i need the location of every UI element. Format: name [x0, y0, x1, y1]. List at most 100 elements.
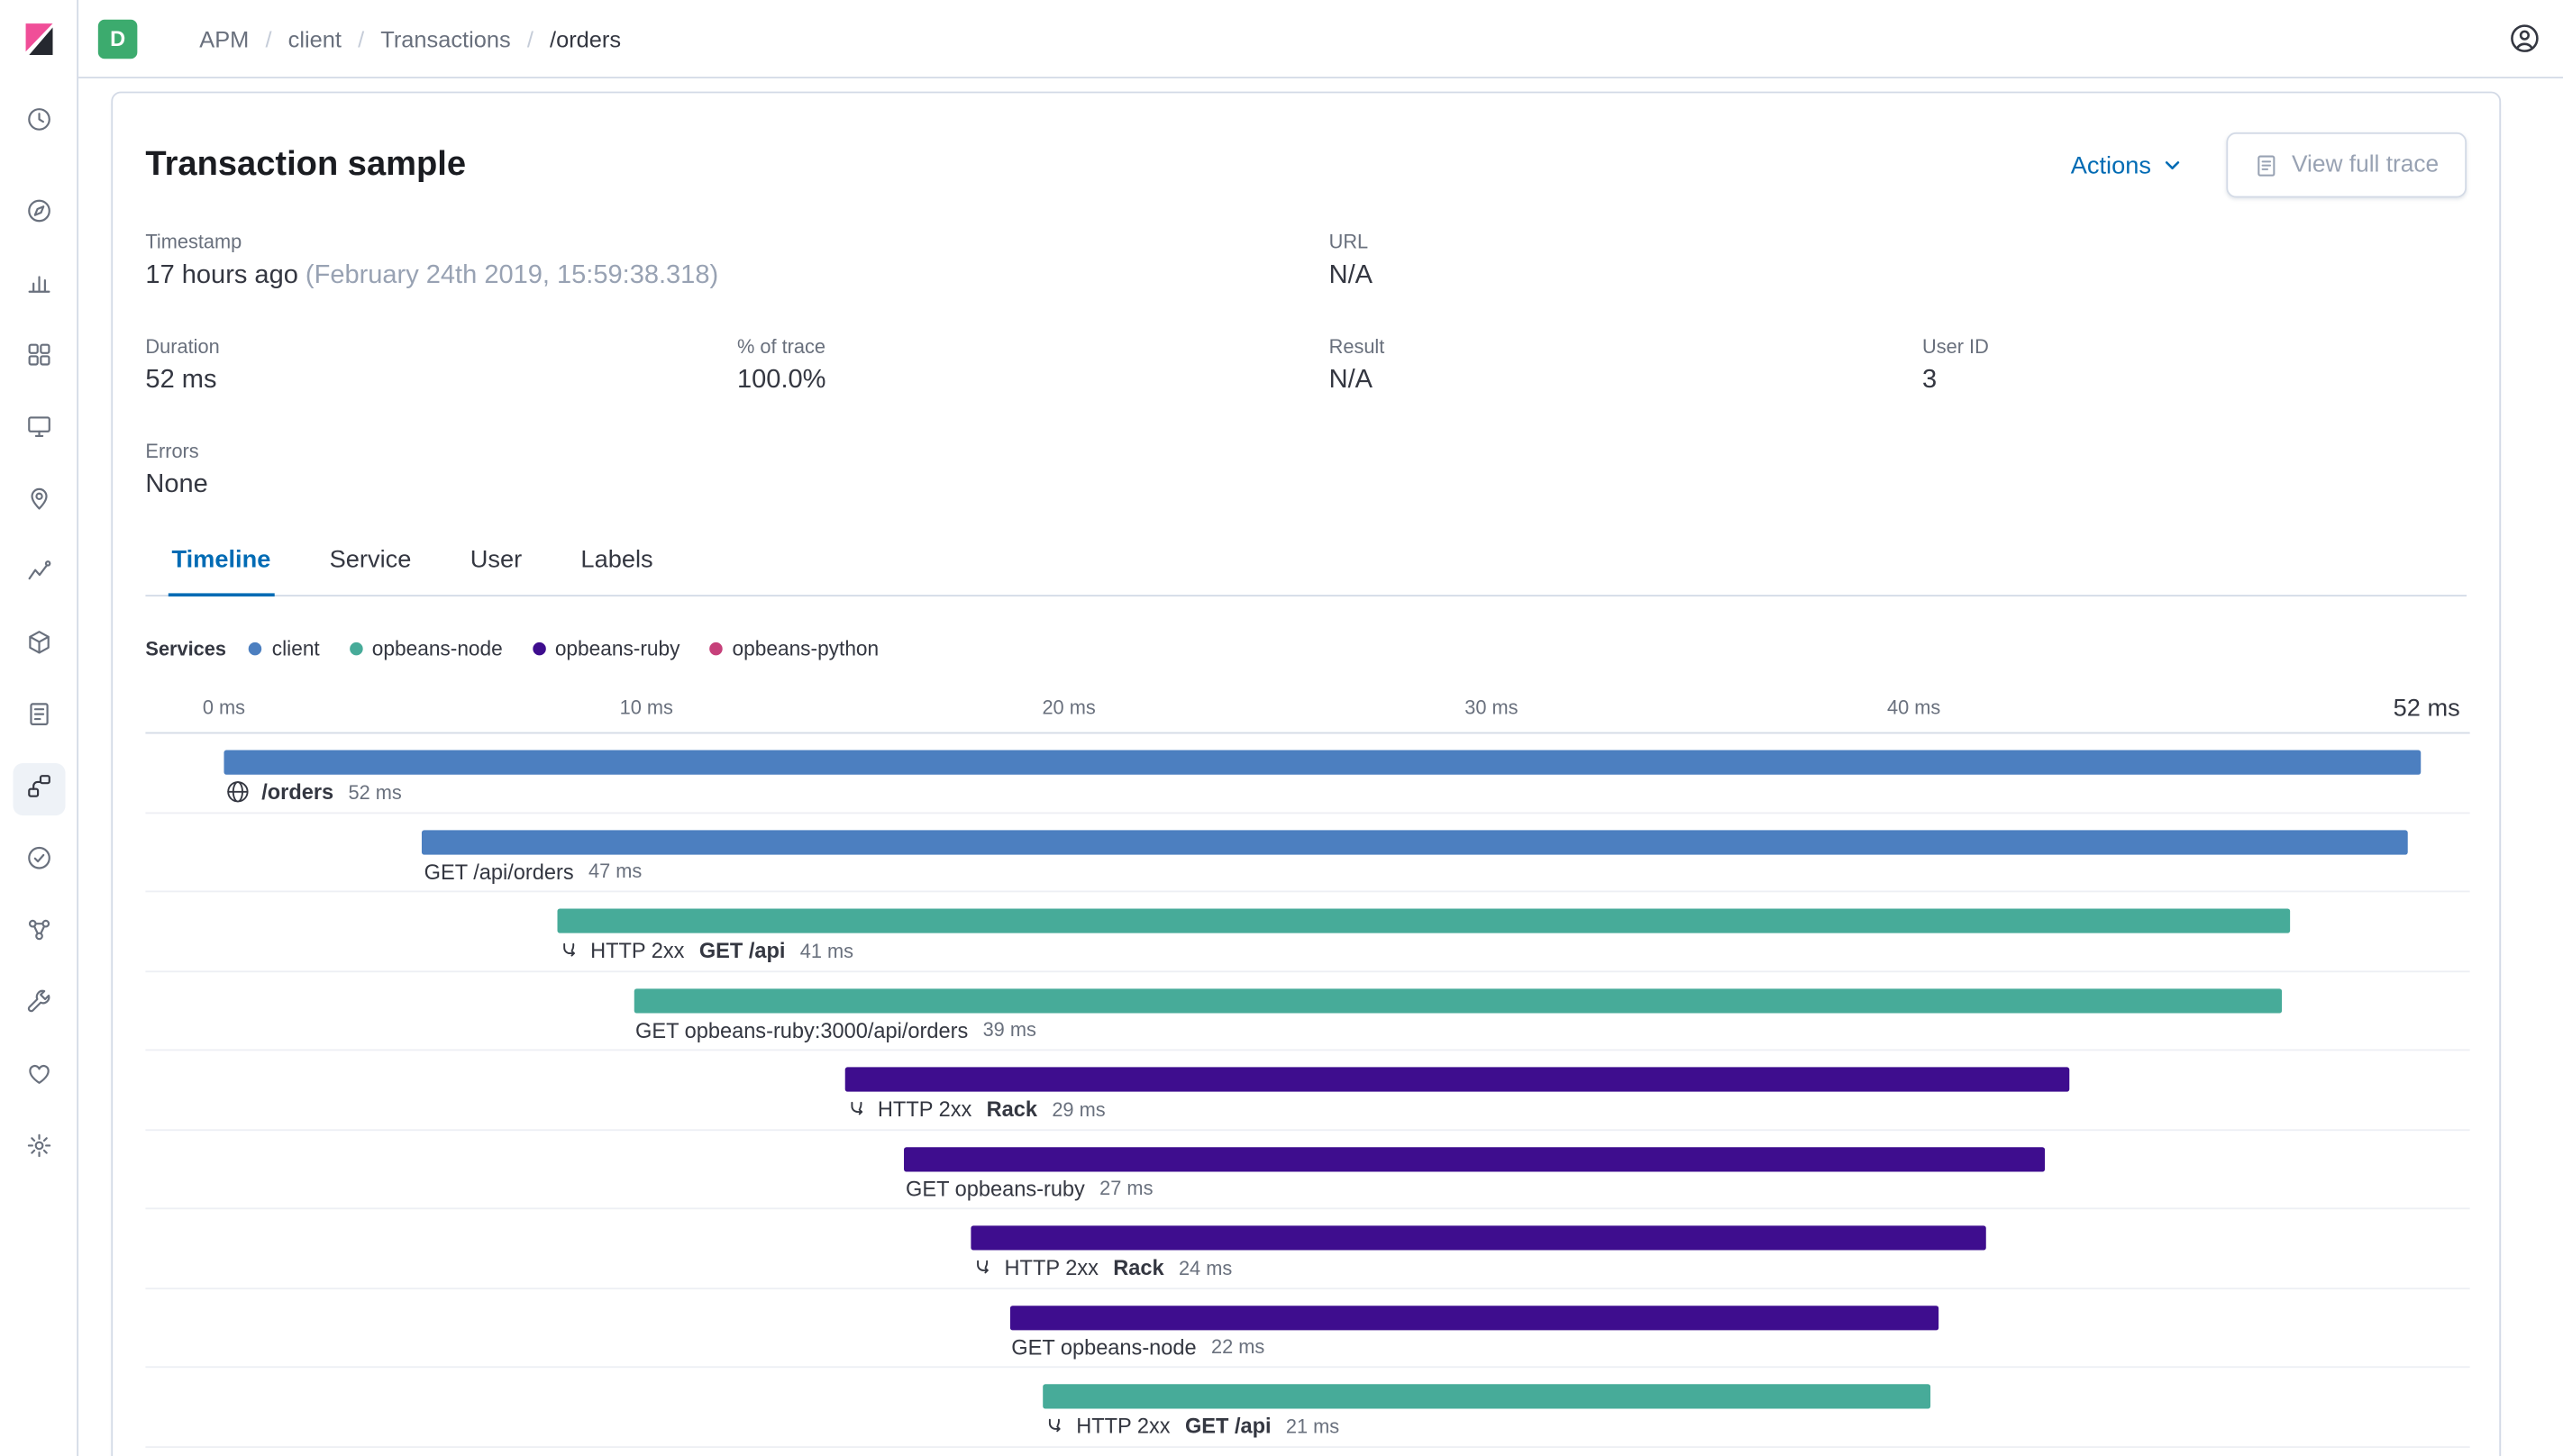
duration-value: 52 ms: [145, 366, 217, 395]
waterfall-bar[interactable]: [634, 987, 2282, 1013]
trace-document-icon: [2257, 154, 2276, 176]
waterfall: /orders 52 ms GET /api/orders 47 ms HTTP 2xx…: [145, 733, 2470, 1448]
sidebar-item-discover[interactable]: [9, 178, 68, 250]
sidebar-nav: [0, 78, 77, 1185]
sidebar-item-logs[interactable]: [9, 681, 68, 753]
meta-errors: Errors None: [145, 440, 737, 500]
sidebar-item-recently-viewed[interactable]: [9, 86, 68, 159]
waterfall-row-http-2xx-get-api[interactable]: HTTP 2xx GET /api 41 ms: [145, 892, 2470, 972]
span-duration: 21 ms: [1285, 1414, 1340, 1438]
waterfall-row-get-api-orders[interactable]: GET /api/orders 47 ms: [145, 813, 2470, 893]
sidebar-item-machine-learning[interactable]: [9, 538, 68, 610]
cube-icon: [25, 628, 51, 662]
breadcrumb-apm[interactable]: APM: [199, 25, 249, 51]
actions-button[interactable]: Actions: [2071, 151, 2184, 179]
span-duration: 52 ms: [348, 780, 402, 804]
waterfall-bar[interactable]: [557, 908, 2290, 933]
timeline-chart: 52 ms 0 ms 10 ms 20 ms 30 ms 40 ms /orders 52…: [145, 687, 2470, 1448]
waterfall-bar[interactable]: [904, 1146, 2045, 1171]
waterfall-label: GET opbeans-ruby 27 ms: [906, 1176, 1153, 1200]
waterfall-row-get-opbeans-ruby-3000-api-orders[interactable]: GET opbeans-ruby:3000/api/orders 39 ms: [145, 971, 2470, 1051]
timestamp-absolute: (February 24th 2019, 15:59:38.318): [305, 261, 719, 290]
ml-line-icon: [25, 557, 51, 591]
span-name: /orders: [261, 779, 334, 805]
breadcrumb-orders[interactable]: /orders: [550, 25, 621, 51]
waterfall-row-http-2xx-get-api[interactable]: HTTP 2xx GET /api 21 ms: [145, 1368, 2470, 1448]
view-full-trace-button[interactable]: View full trace: [2226, 132, 2467, 198]
user-id-label: User ID: [1922, 334, 1989, 359]
legend-items: client opbeans-node opbeans-ruby opbeans-py…: [249, 637, 908, 660]
waterfall-bar[interactable]: [1009, 1305, 1939, 1330]
merge-icon: [973, 1258, 993, 1278]
gear-icon: [25, 1132, 51, 1166]
breadcrumb-transactions[interactable]: Transactions: [380, 25, 510, 51]
legend-label: opbeans-python: [732, 637, 880, 660]
span-name: GET /api: [1184, 1413, 1272, 1439]
sidebar-item-infrastructure[interactable]: [9, 610, 68, 682]
clock-icon: [25, 105, 51, 140]
legend-dot: [532, 642, 545, 656]
user-id-value: 3: [1922, 366, 1938, 395]
span-name: GET /api: [698, 938, 786, 963]
waterfall-row-orders[interactable]: /orders 52 ms: [145, 733, 2470, 814]
transaction-meta: Timestamp 17 hours ago (February 24th 20…: [145, 231, 2467, 500]
sidebar-item-dashboard[interactable]: [9, 322, 68, 394]
tab-labels[interactable]: Labels: [578, 546, 656, 596]
span-duration: 24 ms: [1178, 1255, 1233, 1279]
axis-tick-0: 0 ms: [202, 696, 246, 720]
panel-header: Transaction sample Actions View full tra…: [145, 132, 2467, 198]
globe-icon: [225, 779, 250, 804]
waterfall-row-get-opbeans-node[interactable]: GET opbeans-node 22 ms: [145, 1288, 2470, 1369]
timeline-axis: 52 ms 0 ms 10 ms 20 ms 30 ms 40 ms: [145, 687, 2470, 734]
sidebar-item-graph[interactable]: [9, 897, 68, 969]
waterfall-row-http-2xx-rack[interactable]: HTTP 2xx Rack 29 ms: [145, 1051, 2470, 1131]
transaction-sample-panel: Transaction sample Actions View full tra…: [111, 91, 2502, 1456]
legend-item-opbeans-node: opbeans-node: [349, 637, 503, 660]
legend-item-opbeans-ruby: opbeans-ruby: [532, 637, 680, 660]
meta-trace-pct: % of trace 100.0%: [737, 335, 1329, 396]
span-type-label: HTTP 2xx: [590, 938, 685, 963]
waterfall-row-http-2xx-rack[interactable]: HTTP 2xx Rack 24 ms: [145, 1209, 2470, 1289]
waterfall-row-get-opbeans-ruby[interactable]: GET opbeans-ruby 27 ms: [145, 1130, 2470, 1210]
tabs: Timeline Service User Labels: [145, 546, 2467, 597]
legend-dot: [349, 642, 362, 656]
user-menu-icon[interactable]: [2509, 23, 2540, 53]
tab-user[interactable]: User: [467, 546, 525, 596]
axis-tick-40: 40 ms: [1887, 696, 1941, 720]
heart-icon: [25, 1060, 51, 1094]
result-label: Result: [1328, 334, 1385, 359]
tab-service[interactable]: Service: [326, 546, 415, 596]
sidebar-item-visualize[interactable]: [9, 250, 68, 323]
result-value: N/A: [1328, 366, 1373, 395]
sidebar-item-management[interactable]: [9, 1113, 68, 1185]
sidebar-item-canvas[interactable]: [9, 394, 68, 466]
breadcrumb-client[interactable]: client: [288, 25, 342, 51]
span-name: GET opbeans-ruby: [906, 1176, 1085, 1201]
timestamp-label: Timestamp: [145, 230, 242, 254]
legend-item-opbeans-python: opbeans-python: [709, 637, 879, 660]
sidebar-item-uptime[interactable]: [9, 825, 68, 897]
kibana-app: D APM / client / Transactions / /orders Transa…: [0, 0, 2563, 1456]
sidebar-item-apm[interactable]: [9, 753, 68, 825]
waterfall-bar[interactable]: [844, 1067, 2071, 1092]
axis-total-duration: 52 ms: [2393, 694, 2460, 723]
meta-url: URL N/A: [1329, 231, 1922, 291]
span-type-label: HTTP 2xx: [1076, 1413, 1171, 1439]
tab-timeline[interactable]: Timeline: [168, 546, 274, 597]
span-duration: 29 ms: [1052, 1097, 1106, 1121]
sidebar-item-monitoring[interactable]: [9, 1041, 68, 1113]
span-name: Rack: [986, 1097, 1037, 1122]
sidebar-item-maps[interactable]: [9, 466, 68, 538]
waterfall-bar[interactable]: [971, 1225, 1986, 1251]
chevron-down-icon: [2165, 161, 2180, 169]
sidebar-item-dev-tools[interactable]: [9, 969, 68, 1042]
meta-timestamp: Timestamp 17 hours ago (February 24th 20…: [145, 231, 1328, 291]
waterfall-bar[interactable]: [1043, 1384, 1931, 1409]
waterfall-bar[interactable]: [223, 750, 2422, 775]
services-legend: Services client opbeans-node opbeans-ruby o…: [145, 632, 2467, 665]
flow-icon: [25, 772, 51, 806]
waterfall-bar[interactable]: [422, 829, 2409, 854]
topbar: D APM / client / Transactions / /orders: [78, 0, 2563, 79]
space-badge[interactable]: D: [97, 18, 138, 59]
kibana-logo[interactable]: [0, 0, 78, 78]
